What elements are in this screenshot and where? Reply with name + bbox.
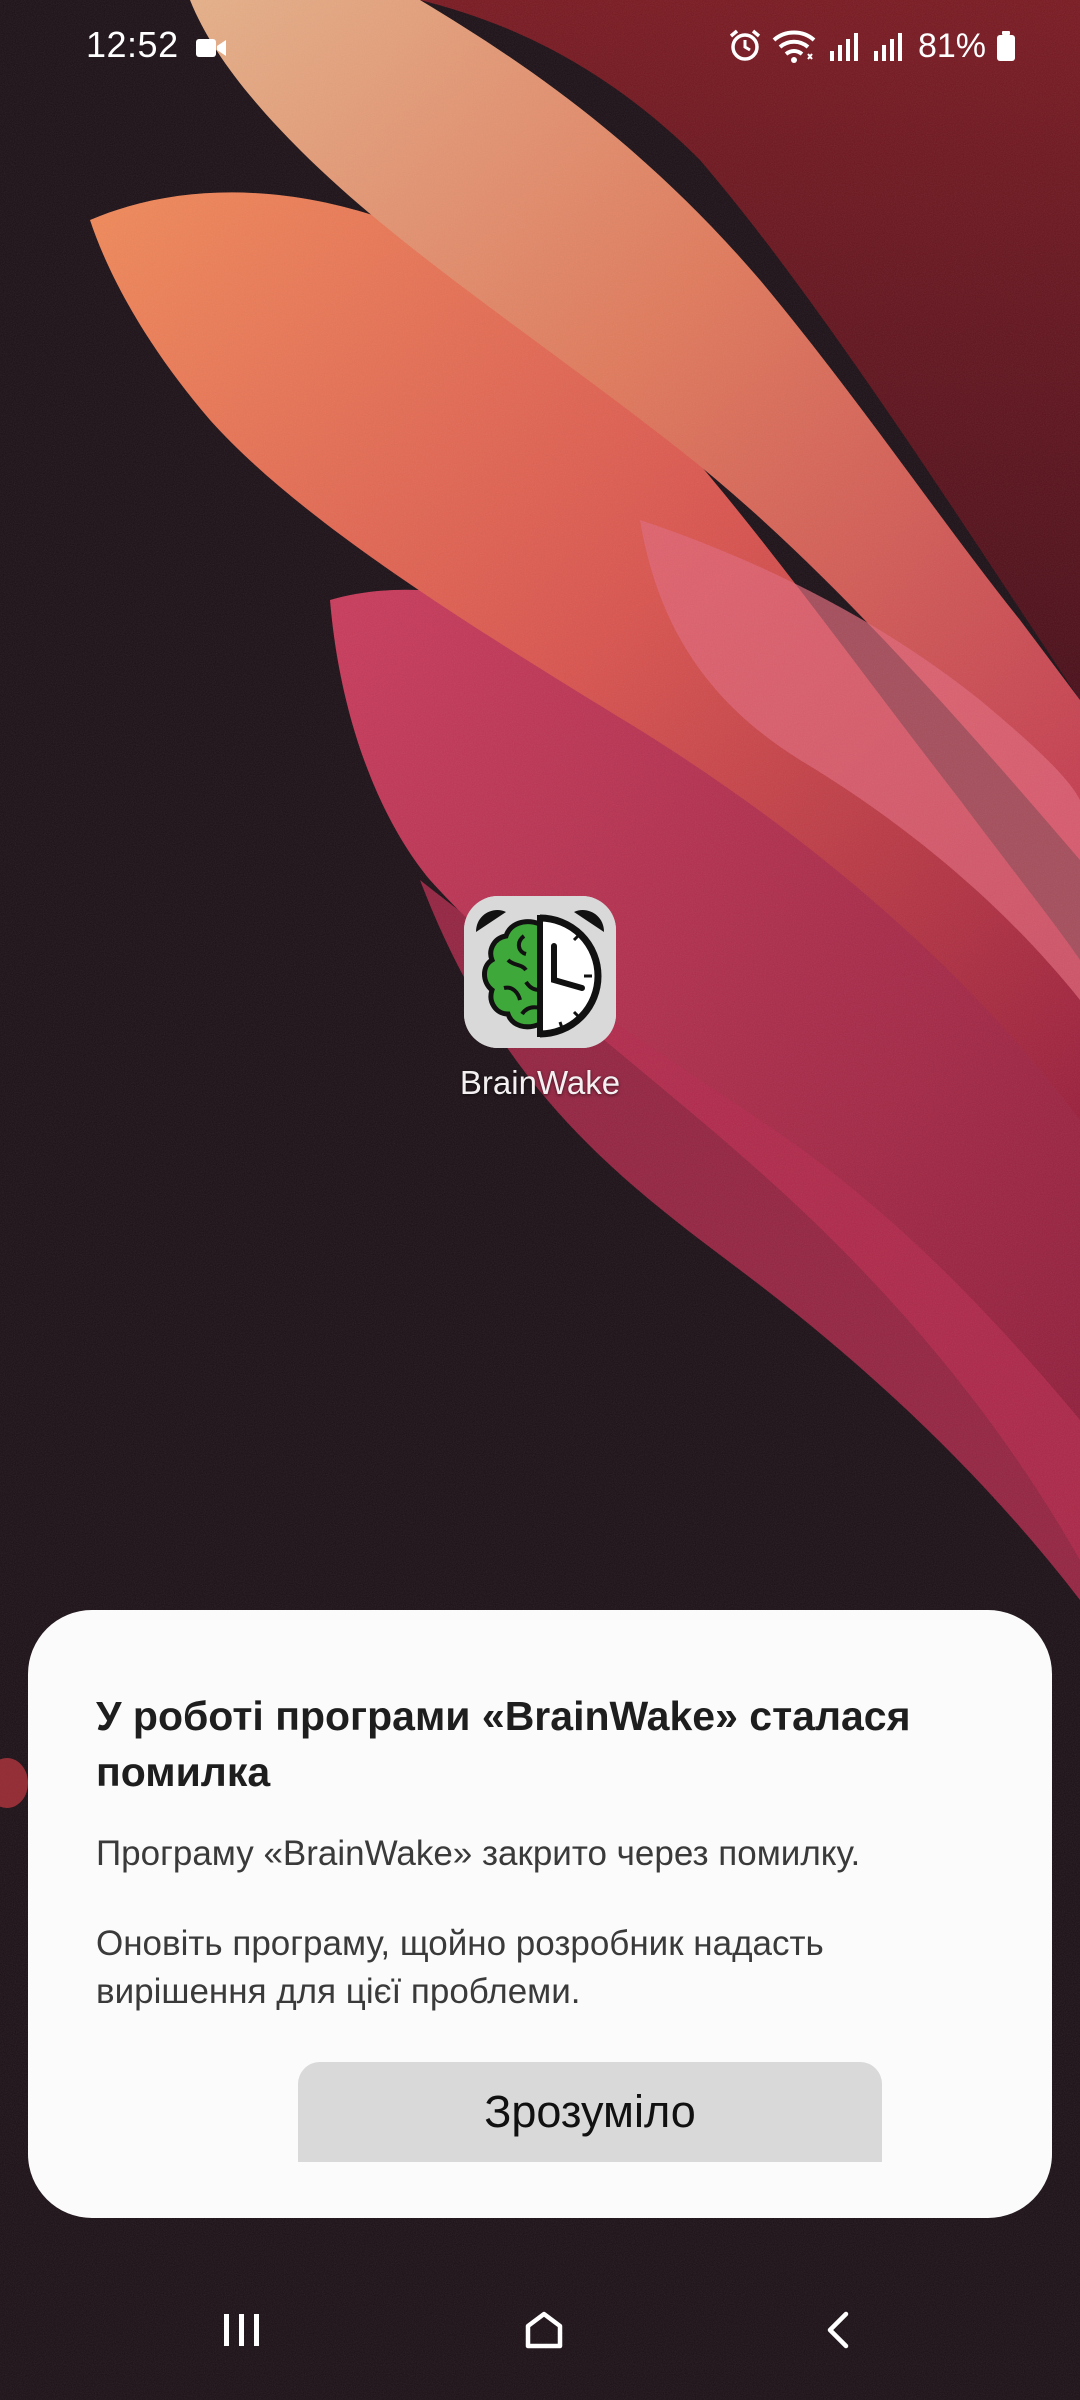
battery-percent: 81% bbox=[917, 26, 986, 65]
video-recording-icon bbox=[196, 39, 226, 57]
wifi-icon bbox=[772, 30, 816, 63]
battery-icon bbox=[997, 31, 1015, 61]
status-bar: 12:52 81% bbox=[0, 0, 1080, 92]
status-icons: 81% bbox=[728, 22, 1016, 70]
home-screen: 12:52 81% BrainWake У роботі програми «B… bbox=[0, 0, 1080, 2400]
dialog-message: Програму «BrainWake» закрито через помил… bbox=[96, 1834, 861, 1873]
status-time: 12:52 bbox=[86, 24, 179, 65]
dialog-message-secondary: Оновіть програму, щойно розробник надаст… bbox=[96, 1924, 824, 2011]
app-label: BrainWake bbox=[459, 1064, 621, 1101]
alarm-icon bbox=[729, 29, 761, 61]
signal-sim2-icon bbox=[873, 33, 902, 61]
ok-button[interactable]: Зрозуміло bbox=[298, 2062, 882, 2162]
brain-clock-icon bbox=[464, 896, 616, 1048]
recents-icon[interactable] bbox=[192, 2290, 292, 2370]
signal-sim1-icon bbox=[829, 33, 858, 61]
dialog-title: У роботі програми «BrainWake» сталася по… bbox=[96, 1693, 911, 1795]
app-error-dialog: У роботі програми «BrainWake» сталася по… bbox=[28, 1610, 1052, 2218]
home-icon[interactable] bbox=[494, 2290, 594, 2370]
navigation-bar bbox=[0, 2270, 1080, 2400]
back-icon[interactable] bbox=[790, 2290, 890, 2370]
